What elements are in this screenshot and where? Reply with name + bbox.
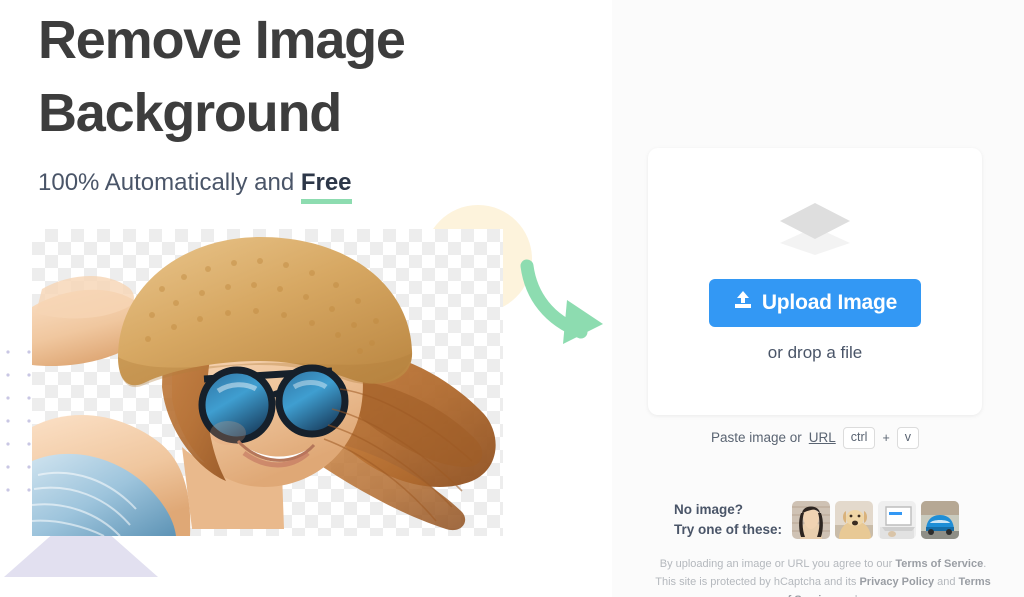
sample-thumbnail-dog[interactable] [835, 500, 874, 539]
demo-image [32, 229, 503, 536]
upload-dropzone-card[interactable]: Upload Image or drop a file [648, 148, 982, 415]
page-title-line-2: Background [38, 83, 342, 144]
terms-of-service-link-1[interactable]: Terms of Service [895, 558, 983, 570]
key-ctrl: ctrl [842, 427, 876, 449]
legal-part-1: By uploading an image or URL you agree t… [659, 558, 896, 570]
sample-thumbnail-car[interactable] [921, 500, 960, 539]
paste-image-row: Paste image or URL ctrl + v [648, 427, 982, 449]
sample-thumbnail-woman[interactable] [792, 500, 831, 539]
layers-icon [776, 201, 854, 255]
page-title-line-1: Remove Image [38, 10, 406, 70]
sample-images-section: No image? Try one of these: [674, 500, 960, 539]
subtitle-prefix: 100% Automatically and [38, 168, 301, 196]
subtitle-highlight-free: Free [300, 168, 352, 204]
page-title: Remove Image Background [38, 4, 598, 151]
sample-thumbnail-laptop[interactable] [878, 500, 917, 539]
drop-a-file-label: or drop a file [767, 342, 863, 362]
green-arrow-icon [519, 258, 629, 348]
upload-arrow-icon [733, 290, 753, 316]
sample-thumbnails [792, 500, 960, 539]
legal-part-3: and [934, 575, 959, 588]
demo-photo-subject [32, 229, 503, 536]
paste-image-label: Paste image or [710, 430, 802, 446]
legal-part-4: apply. [834, 594, 866, 597]
sample-label-line-1: No image? [674, 502, 744, 517]
privacy-policy-link[interactable]: Privacy Policy [859, 576, 934, 588]
sample-images-label: No image? Try one of these: [674, 500, 782, 539]
sample-label-line-2: Try one of these: [674, 521, 783, 537]
upload-image-button[interactable]: Upload Image [708, 278, 922, 327]
key-plus-separator: + [882, 430, 890, 445]
upload-image-button-label: Upload Image [761, 290, 898, 314]
page-subtitle: 100% Automatically and Free [38, 168, 598, 204]
url-link[interactable]: URL [809, 430, 836, 445]
hero-section: Remove Image Background 100% Automatical… [38, 4, 598, 204]
legal-disclaimer: By uploading an image or URL you agree t… [652, 556, 994, 597]
key-v: v [896, 427, 920, 449]
